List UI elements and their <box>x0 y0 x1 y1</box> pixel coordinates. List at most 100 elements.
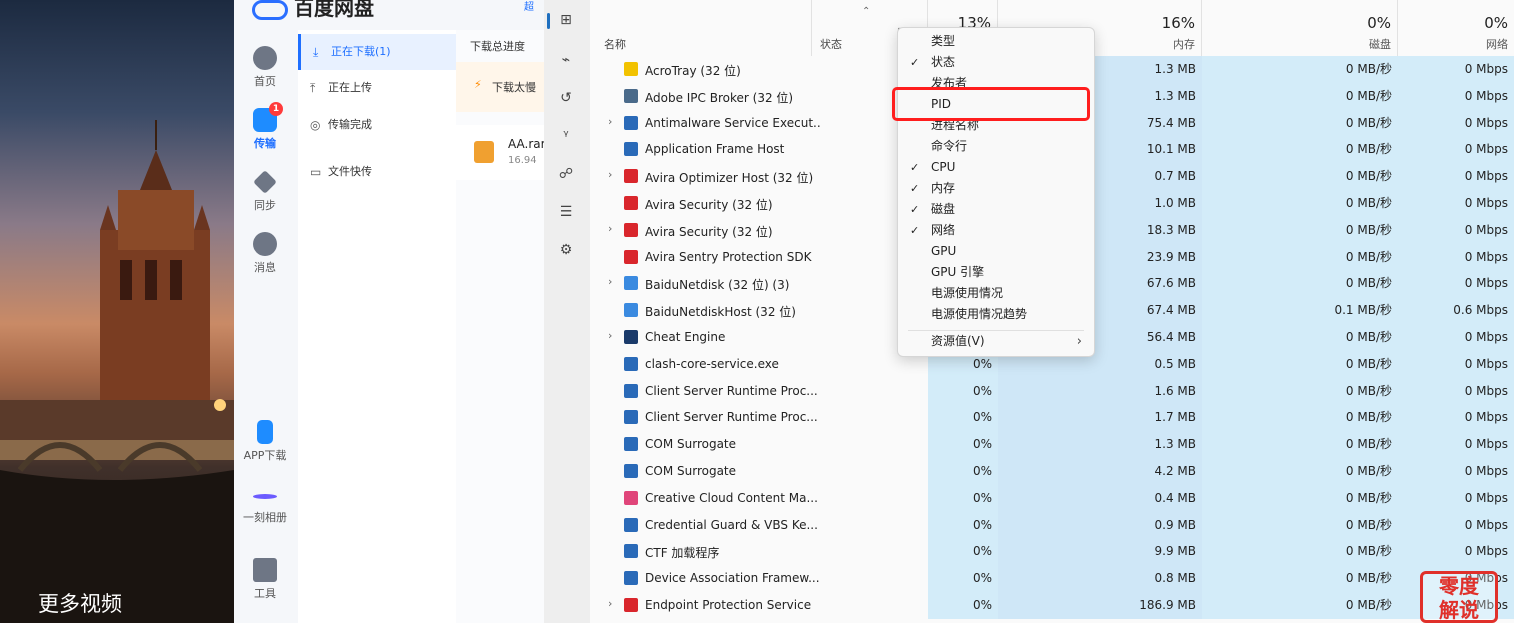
side-downloading[interactable]: ⤓ 正在下载(1) <box>298 34 456 70</box>
disk-cell: 0 MB/秒 <box>1202 216 1398 244</box>
menu-item-5[interactable]: 命令行 <box>898 136 1094 157</box>
process-name: Avira Optimizer Host (32 位) <box>645 171 814 186</box>
cpu-cell: 0% <box>928 377 998 405</box>
side-completed[interactable]: ◎ 传输完成 <box>298 107 456 143</box>
network-cell: 0 Mbps <box>1398 163 1514 190</box>
menu-item-6[interactable]: ✓ CPU <box>898 157 1094 178</box>
network-cell: 0 Mbps <box>1398 484 1514 512</box>
baidu-cloud-logo-icon <box>252 0 288 20</box>
table-row[interactable]: Creative Cloud Content Ma... 0% 0.4 MB 0 MB… <box>590 484 1514 512</box>
process-name: Avira Security (32 位) <box>645 224 773 239</box>
cpu-cell: 0% <box>928 565 998 592</box>
checkmark-icon: ✓ <box>910 182 920 195</box>
table-row[interactable]: COM Surrogate 0% 1.3 MB 0 MB/秒 0 Mbps <box>590 431 1514 458</box>
network-cell: 0 Mbps <box>1398 109 1514 137</box>
process-name: clash-core-service.exe <box>645 356 779 371</box>
phone-icon <box>257 420 273 444</box>
transfer-sidebar: ⤓ 正在下载(1) ⤒ 正在上传 ◎ 传输完成 ▭ 文件快传 <box>298 30 456 623</box>
top-right-link[interactable]: 超 <box>524 0 534 13</box>
menu-item-11[interactable]: GPU 引擎 <box>898 262 1094 283</box>
disk-cell: 0 MB/秒 <box>1202 56 1398 83</box>
table-row[interactable]: › Endpoint Protection Service 0% 186.9 MB 0 … <box>590 592 1514 619</box>
side-uploading[interactable]: ⤒ 正在上传 <box>298 70 456 106</box>
process-icon <box>624 249 638 264</box>
services-icon[interactable]: ⚙ <box>556 240 576 260</box>
column-network[interactable]: 0% 网络 <box>1398 0 1514 56</box>
network-cell: 0 Mbps <box>1398 538 1514 566</box>
menu-item-resource-values[interactable]: 资源值(V) › <box>898 331 1094 352</box>
details-icon[interactable]: ☰ <box>556 202 576 222</box>
expand-chevron-icon[interactable]: › <box>608 168 612 181</box>
disk-cell: 0 MB/秒 <box>1202 190 1398 217</box>
menu-item-10[interactable]: GPU <box>898 241 1094 262</box>
video-caption: 更多视频 <box>38 592 122 616</box>
memory-cell: 0.9 MB <box>998 511 1202 539</box>
process-icon <box>624 169 638 184</box>
memory-cell: 9.9 MB <box>998 538 1202 566</box>
users-icon[interactable]: ☍ <box>556 164 576 184</box>
expand-chevron-icon[interactable]: › <box>608 222 612 235</box>
background-photo: 更多视频 <box>0 0 234 623</box>
startup-icon[interactable]: ᵞ <box>556 126 576 146</box>
process-icon <box>624 356 638 371</box>
process-icon <box>624 571 638 586</box>
history-icon[interactable]: ↺ <box>556 88 576 108</box>
nav-app-download[interactable]: APP下载 <box>234 420 296 463</box>
nav-transfer[interactable]: 1 传输 <box>234 102 296 151</box>
cpu-cell: 0% <box>928 431 998 458</box>
nav-tools[interactable]: 工具 <box>234 558 296 601</box>
menu-item-12[interactable]: 电源使用情况 <box>898 283 1094 304</box>
lightning-icon: ⚡ <box>474 78 482 91</box>
disk-cell: 0 MB/秒 <box>1202 404 1398 432</box>
memory-cell: 1.3 MB <box>998 431 1202 458</box>
expand-chevron-icon[interactable]: › <box>608 115 612 128</box>
disk-cell: 0 MB/秒 <box>1202 565 1398 592</box>
processes-icon[interactable]: ⊞ <box>556 10 576 30</box>
download-item[interactable]: AA.rar 16.94 <box>456 125 544 180</box>
disk-cell: 0 MB/秒 <box>1202 324 1398 351</box>
slow-download-banner[interactable]: ⚡ 下载太慢 <box>456 62 544 112</box>
checkmark-icon: ✓ <box>910 161 920 174</box>
table-row[interactable]: Device Association Framew... 0% 0.8 MB 0 MB… <box>590 565 1514 592</box>
network-cell: 0 Mbps <box>1398 216 1514 244</box>
nav-home[interactable]: 首页 <box>234 46 296 89</box>
disk-cell: 0 MB/秒 <box>1202 243 1398 271</box>
nav-messages[interactable]: 消息 <box>234 232 296 275</box>
process-icon <box>624 598 638 612</box>
expand-chevron-icon[interactable]: › <box>608 329 612 342</box>
cloud-icon <box>253 46 277 70</box>
process-name: Device Association Framew... <box>645 571 820 586</box>
table-row[interactable]: Client Server Runtime Proc... 0% 1.6 MB 0 M… <box>590 377 1514 405</box>
checkmark-icon: ✓ <box>910 224 920 237</box>
menu-item-1[interactable]: ✓ 状态 <box>898 52 1094 73</box>
cpu-cell: 0% <box>928 592 998 619</box>
process-name: Endpoint Protection Service <box>645 598 812 612</box>
network-cell: 0 Mbps <box>1398 431 1514 458</box>
column-disk[interactable]: 0% 磁盘 <box>1202 0 1398 56</box>
table-row[interactable]: Credential Guard & VBS Ke... 0% 0.9 MB 0 MB… <box>590 511 1514 539</box>
column-name[interactable]: 名称 <box>590 0 812 56</box>
menu-item-0[interactable]: 类型 <box>898 31 1094 52</box>
menu-item-8[interactable]: ✓ 磁盘 <box>898 199 1094 220</box>
nav-sync[interactable]: 同步 <box>234 170 296 213</box>
table-row[interactable]: CTF 加载程序 0% 9.9 MB 0 MB/秒 0 Mbps <box>590 538 1514 566</box>
process-name: Client Server Runtime Proc... <box>645 410 818 425</box>
expand-chevron-icon[interactable]: › <box>608 597 612 610</box>
table-row[interactable]: COM Surrogate 0% 4.2 MB 0 MB/秒 0 Mbps <box>590 458 1514 485</box>
expand-chevron-icon[interactable]: › <box>608 275 612 288</box>
menu-item-7[interactable]: ✓ 内存 <box>898 178 1094 199</box>
menu-item-9[interactable]: ✓ 网络 <box>898 220 1094 241</box>
nav-album[interactable]: 一刻相册 <box>234 486 296 525</box>
disk-cell: 0 MB/秒 <box>1202 163 1398 190</box>
table-row[interactable]: Client Server Runtime Proc... 0% 1.7 MB 0 M… <box>590 404 1514 432</box>
memory-cell: 4.2 MB <box>998 458 1202 485</box>
disk-cell: 0 MB/秒 <box>1202 592 1398 619</box>
transfer-icon: 1 <box>253 102 283 132</box>
menu-item-13[interactable]: 电源使用情况趋势 <box>898 304 1094 325</box>
side-quick-transfer[interactable]: ▭ 文件快传 <box>298 154 456 190</box>
process-name: Cheat Engine <box>645 330 726 344</box>
process-icon <box>624 142 638 157</box>
cpu-cell: 0% <box>928 458 998 485</box>
process-name: Client Server Runtime Proc... <box>645 383 818 398</box>
performance-icon[interactable]: ⌁ <box>556 50 576 70</box>
